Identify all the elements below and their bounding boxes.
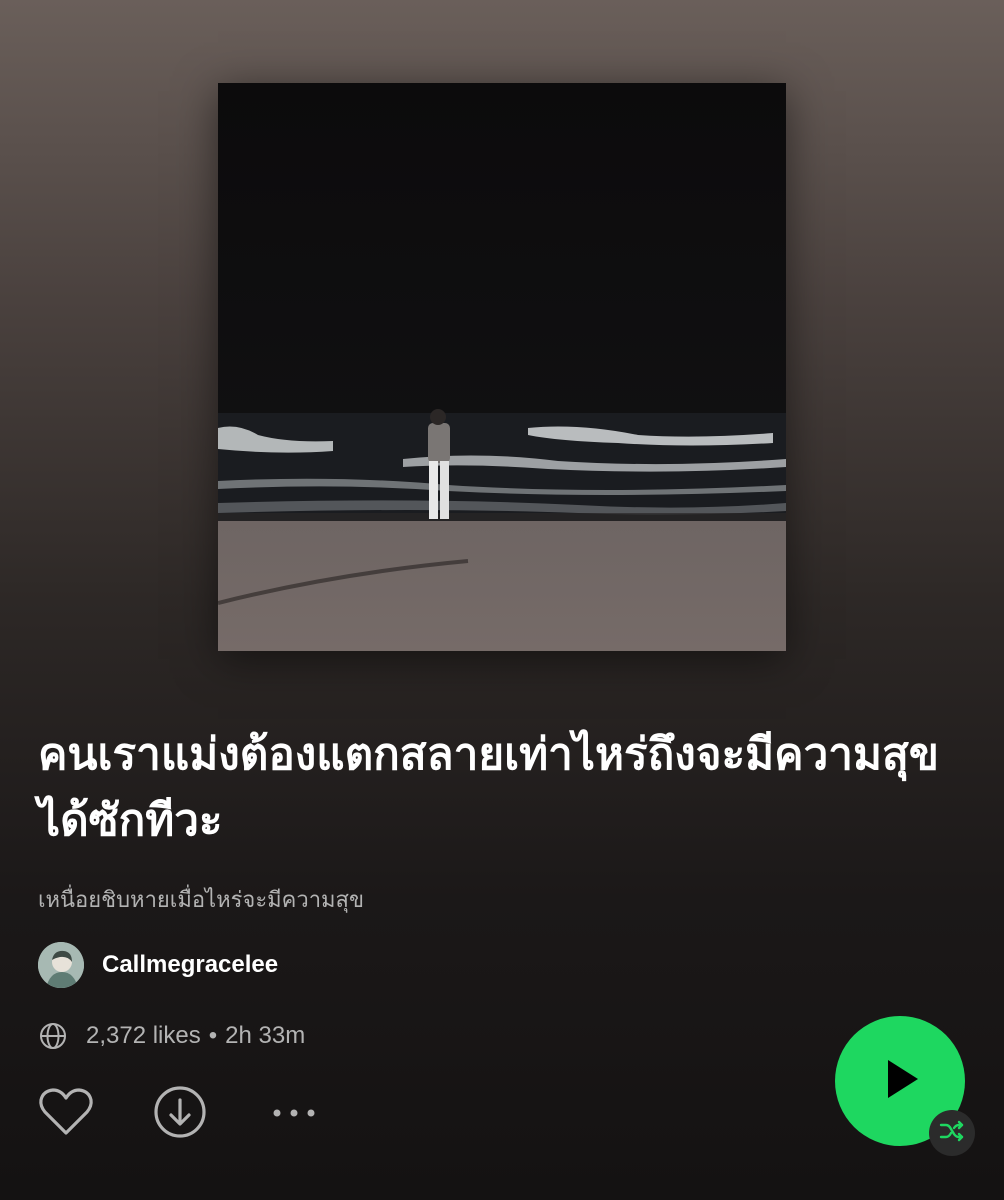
playlist-cover-image bbox=[218, 83, 786, 651]
playlist-title: คนเราแม่งต้องแตกสลายเท่าไหร่ถึงจะมีความส… bbox=[38, 729, 939, 846]
globe-icon bbox=[38, 1021, 68, 1051]
playlist-duration: 2h 33m bbox=[225, 1022, 306, 1049]
play-icon bbox=[876, 1055, 924, 1108]
more-options-button[interactable] bbox=[266, 1086, 322, 1142]
more-options-icon bbox=[272, 1105, 316, 1123]
owner-avatar[interactable] bbox=[38, 942, 84, 988]
likes-count: 2,372 likes bbox=[86, 1022, 201, 1049]
playlist-owner[interactable]: Callmegracelee bbox=[38, 941, 278, 989]
shuffle-icon bbox=[939, 1120, 965, 1147]
playlist-description: เหนื่อยชิบหายเมื่อไหร่จะมีความสุข bbox=[38, 888, 365, 913]
download-icon bbox=[153, 1085, 207, 1144]
playlist-actions bbox=[38, 1085, 322, 1144]
owner-name[interactable]: Callmegracelee bbox=[102, 951, 278, 979]
meta-separator: • bbox=[208, 1022, 218, 1049]
playlist-meta: 2,372 likes • 2h 33m bbox=[38, 1016, 305, 1056]
heart-icon bbox=[38, 1087, 94, 1142]
shuffle-button[interactable] bbox=[929, 1110, 975, 1156]
like-button[interactable] bbox=[38, 1086, 94, 1142]
download-button[interactable] bbox=[152, 1085, 208, 1144]
